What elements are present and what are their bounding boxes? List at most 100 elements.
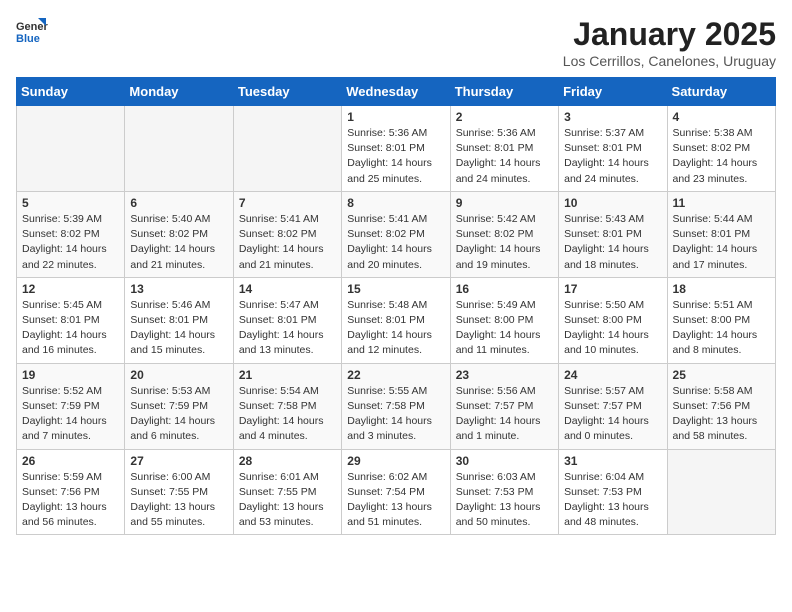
calendar-cell: 25 Sunrise: 5:58 AM Sunset: 7:56 PM Dayli… xyxy=(667,363,775,449)
calendar-cell: 19Sunrise: 5:52 AM Sunset: 7:59 PM Dayli… xyxy=(17,363,125,449)
calendar-cell xyxy=(17,106,125,192)
day-info: Sunrise: 5:39 AM Sunset: 8:02 PM Dayligh… xyxy=(22,212,119,273)
day-number: 16 xyxy=(456,282,553,296)
day-number: 12 xyxy=(22,282,119,296)
day-number: 20 xyxy=(130,368,227,382)
day-number: 10 xyxy=(564,196,661,210)
day-info: Sunrise: 5:56 AM Sunset: 7:57 PM Dayligh… xyxy=(456,384,553,445)
calendar-header: General Blue January 2025 Los Cerrillos,… xyxy=(16,16,776,69)
weekday-header-wednesday: Wednesday xyxy=(342,78,450,106)
calendar-cell: 2 Sunrise: 5:36 AM Sunset: 8:01 PM Daylig… xyxy=(450,106,558,192)
calendar-cell: 1 Sunrise: 5:36 AM Sunset: 8:01 PM Daylig… xyxy=(342,106,450,192)
week-row-2: 5Sunrise: 5:39 AM Sunset: 8:02 PM Daylig… xyxy=(17,191,776,277)
day-info: Sunrise: 5:55 AM Sunset: 7:58 PM Dayligh… xyxy=(347,384,444,445)
calendar-cell xyxy=(125,106,233,192)
day-number: 30 xyxy=(456,454,553,468)
day-info: Sunrise: 5:40 AM Sunset: 8:02 PM Dayligh… xyxy=(130,212,227,273)
day-info: Sunrise: 5:57 AM Sunset: 7:57 PM Dayligh… xyxy=(564,384,661,445)
calendar-cell: 12 Sunrise: 5:45 AM Sunset: 8:01 PM Dayli… xyxy=(17,277,125,363)
day-info: Sunrise: 6:02 AM Sunset: 7:54 PM Dayligh… xyxy=(347,470,444,531)
week-row-5: 26 Sunrise: 5:59 AM Sunset: 7:56 PM Dayli… xyxy=(17,449,776,535)
calendar-cell xyxy=(667,449,775,535)
day-info: Sunrise: 5:59 AM Sunset: 7:56 PM Dayligh… xyxy=(22,470,119,531)
calendar-cell: 8 Sunrise: 5:41 AM Sunset: 8:02 PM Daylig… xyxy=(342,191,450,277)
day-info: Sunrise: 6:03 AM Sunset: 7:53 PM Dayligh… xyxy=(456,470,553,531)
day-number: 18 xyxy=(673,282,770,296)
day-info: Sunrise: 5:53 AM Sunset: 7:59 PM Dayligh… xyxy=(130,384,227,445)
day-info: Sunrise: 5:44 AM Sunset: 8:01 PM Dayligh… xyxy=(673,212,770,273)
day-number: 9 xyxy=(456,196,553,210)
calendar-cell: 26 Sunrise: 5:59 AM Sunset: 7:56 PM Dayli… xyxy=(17,449,125,535)
week-row-1: 1 Sunrise: 5:36 AM Sunset: 8:01 PM Daylig… xyxy=(17,106,776,192)
calendar-cell: 11 Sunrise: 5:44 AM Sunset: 8:01 PM Dayli… xyxy=(667,191,775,277)
weekday-header-monday: Monday xyxy=(125,78,233,106)
day-number: 13 xyxy=(130,282,227,296)
day-info: Sunrise: 6:01 AM Sunset: 7:55 PM Dayligh… xyxy=(239,470,336,531)
calendar-cell: 5Sunrise: 5:39 AM Sunset: 8:02 PM Daylig… xyxy=(17,191,125,277)
calendar-cell: 21 Sunrise: 5:54 AM Sunset: 7:58 PM Dayli… xyxy=(233,363,341,449)
day-info: Sunrise: 5:58 AM Sunset: 7:56 PM Dayligh… xyxy=(673,384,770,445)
day-info: Sunrise: 5:51 AM Sunset: 8:00 PM Dayligh… xyxy=(673,298,770,359)
day-number: 1 xyxy=(347,110,444,124)
calendar-cell: 30 Sunrise: 6:03 AM Sunset: 7:53 PM Dayli… xyxy=(450,449,558,535)
day-info: Sunrise: 5:43 AM Sunset: 8:01 PM Dayligh… xyxy=(564,212,661,273)
calendar-cell: 15Sunrise: 5:48 AM Sunset: 8:01 PM Dayli… xyxy=(342,277,450,363)
calendar-cell: 16 Sunrise: 5:49 AM Sunset: 8:00 PM Dayli… xyxy=(450,277,558,363)
day-number: 26 xyxy=(22,454,119,468)
logo-icon: General Blue xyxy=(16,16,48,48)
calendar-cell: 20 Sunrise: 5:53 AM Sunset: 7:59 PM Dayli… xyxy=(125,363,233,449)
calendar-cell: 18 Sunrise: 5:51 AM Sunset: 8:00 PM Dayli… xyxy=(667,277,775,363)
day-info: Sunrise: 5:36 AM Sunset: 8:01 PM Dayligh… xyxy=(347,126,444,187)
weekday-header-sunday: Sunday xyxy=(17,78,125,106)
day-number: 27 xyxy=(130,454,227,468)
day-number: 11 xyxy=(673,196,770,210)
day-number: 28 xyxy=(239,454,336,468)
day-number: 7 xyxy=(239,196,336,210)
day-number: 21 xyxy=(239,368,336,382)
day-number: 19 xyxy=(22,368,119,382)
calendar-cell: 31Sunrise: 6:04 AM Sunset: 7:53 PM Dayli… xyxy=(559,449,667,535)
calendar-cell: 29 Sunrise: 6:02 AM Sunset: 7:54 PM Dayli… xyxy=(342,449,450,535)
day-info: Sunrise: 5:41 AM Sunset: 8:02 PM Dayligh… xyxy=(347,212,444,273)
calendar-table: SundayMondayTuesdayWednesdayThursdayFrid… xyxy=(16,77,776,535)
calendar-subtitle: Los Cerrillos, Canelones, Uruguay xyxy=(563,53,776,69)
calendar-cell: 23Sunrise: 5:56 AM Sunset: 7:57 PM Dayli… xyxy=(450,363,558,449)
logo: General Blue xyxy=(16,16,50,48)
day-info: Sunrise: 5:36 AM Sunset: 8:01 PM Dayligh… xyxy=(456,126,553,187)
weekday-header-saturday: Saturday xyxy=(667,78,775,106)
day-number: 29 xyxy=(347,454,444,468)
calendar-cell: 13Sunrise: 5:46 AM Sunset: 8:01 PM Dayli… xyxy=(125,277,233,363)
calendar-cell: 28 Sunrise: 6:01 AM Sunset: 7:55 PM Dayli… xyxy=(233,449,341,535)
day-number: 31 xyxy=(564,454,661,468)
calendar-cell: 14Sunrise: 5:47 AM Sunset: 8:01 PM Dayli… xyxy=(233,277,341,363)
weekday-header-friday: Friday xyxy=(559,78,667,106)
calendar-title: January 2025 xyxy=(563,16,776,53)
day-info: Sunrise: 5:54 AM Sunset: 7:58 PM Dayligh… xyxy=(239,384,336,445)
calendar-cell: 17 Sunrise: 5:50 AM Sunset: 8:00 PM Dayli… xyxy=(559,277,667,363)
week-row-4: 19Sunrise: 5:52 AM Sunset: 7:59 PM Dayli… xyxy=(17,363,776,449)
day-number: 4 xyxy=(673,110,770,124)
day-info: Sunrise: 5:41 AM Sunset: 8:02 PM Dayligh… xyxy=(239,212,336,273)
calendar-cell: 24Sunrise: 5:57 AM Sunset: 7:57 PM Dayli… xyxy=(559,363,667,449)
day-number: 22 xyxy=(347,368,444,382)
day-number: 8 xyxy=(347,196,444,210)
day-number: 17 xyxy=(564,282,661,296)
day-number: 6 xyxy=(130,196,227,210)
day-info: Sunrise: 5:50 AM Sunset: 8:00 PM Dayligh… xyxy=(564,298,661,359)
week-row-3: 12 Sunrise: 5:45 AM Sunset: 8:01 PM Dayli… xyxy=(17,277,776,363)
day-info: Sunrise: 6:00 AM Sunset: 7:55 PM Dayligh… xyxy=(130,470,227,531)
calendar-cell: 3Sunrise: 5:37 AM Sunset: 8:01 PM Daylig… xyxy=(559,106,667,192)
day-info: Sunrise: 5:49 AM Sunset: 8:00 PM Dayligh… xyxy=(456,298,553,359)
svg-text:Blue: Blue xyxy=(16,33,40,45)
calendar-cell: 10 Sunrise: 5:43 AM Sunset: 8:01 PM Dayli… xyxy=(559,191,667,277)
weekday-header-tuesday: Tuesday xyxy=(233,78,341,106)
day-info: Sunrise: 5:48 AM Sunset: 8:01 PM Dayligh… xyxy=(347,298,444,359)
calendar-cell: 22 Sunrise: 5:55 AM Sunset: 7:58 PM Dayli… xyxy=(342,363,450,449)
calendar-cell: 7 Sunrise: 5:41 AM Sunset: 8:02 PM Daylig… xyxy=(233,191,341,277)
day-number: 3 xyxy=(564,110,661,124)
day-info: Sunrise: 5:38 AM Sunset: 8:02 PM Dayligh… xyxy=(673,126,770,187)
day-info: Sunrise: 5:45 AM Sunset: 8:01 PM Dayligh… xyxy=(22,298,119,359)
day-number: 25 xyxy=(673,368,770,382)
calendar-cell: 4 Sunrise: 5:38 AM Sunset: 8:02 PM Daylig… xyxy=(667,106,775,192)
day-number: 2 xyxy=(456,110,553,124)
